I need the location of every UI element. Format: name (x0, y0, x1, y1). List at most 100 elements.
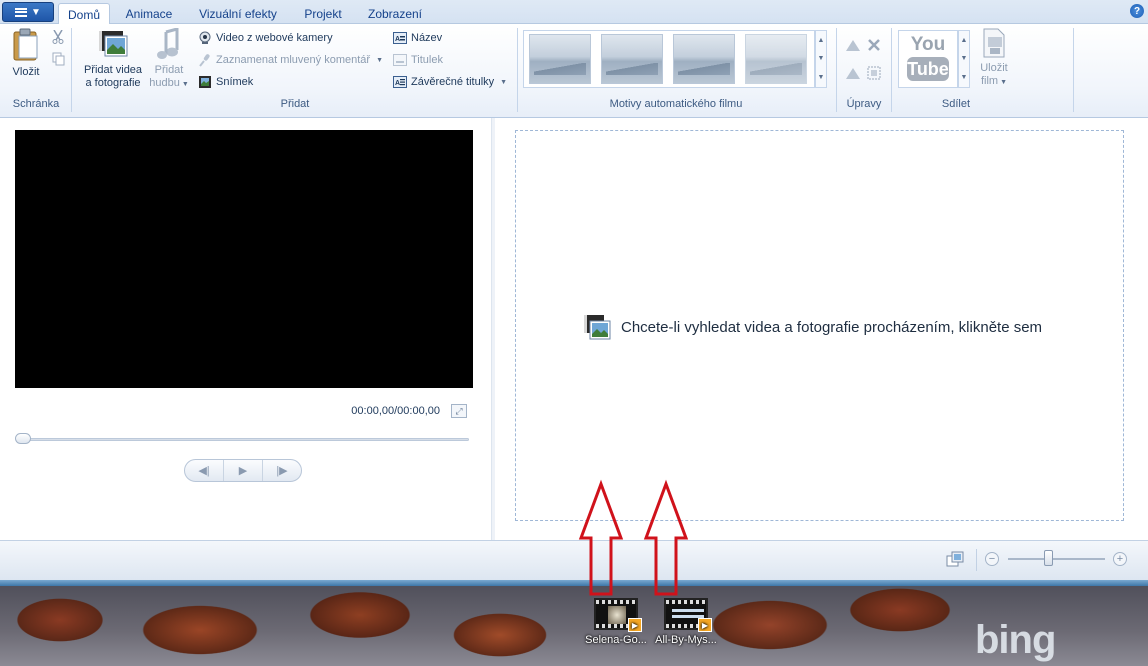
theme-thumbnail[interactable] (673, 34, 735, 84)
add-music-button[interactable]: Přidat hudbu ▼ (148, 27, 190, 91)
microphone-icon (199, 54, 210, 67)
youtube-logo-text-1: You (910, 34, 946, 55)
tab-view[interactable]: Zobrazení (360, 3, 430, 24)
theme-thumbnail[interactable] (745, 34, 807, 84)
seek-slider-handle[interactable] (15, 433, 31, 444)
group-divider (891, 28, 892, 112)
paste-label: Vložit (12, 66, 40, 78)
chevron-down-icon: ▼ (376, 56, 384, 64)
cut-icon[interactable] (52, 29, 64, 47)
desktop-file-name: All-By-Mys... (655, 634, 717, 646)
ribbon-tab-bar: ▼ Domů Animace Vizuální efekty Projekt Z… (0, 0, 1148, 25)
tab-animations[interactable]: Animace (118, 3, 180, 24)
add-music-label-2: hudbu (149, 77, 180, 89)
copy-icon[interactable] (52, 52, 65, 69)
chevron-down-icon[interactable]: ▼ (818, 55, 825, 62)
desktop-video-file[interactable]: ▶ All-By-Mys... (646, 598, 726, 646)
zoom-slider-handle[interactable] (1044, 550, 1053, 566)
caption-label: Titulek (411, 54, 443, 66)
record-narration-label: Zaznamenat mluvený komentář (216, 54, 371, 66)
snapshot-button[interactable]: Snímek (198, 73, 253, 91)
playback-controls: ◀| ▶ |▶ (184, 459, 302, 482)
desktop-video-file[interactable]: ▶ Selena-Go... (576, 598, 656, 646)
video-preview[interactable] (15, 130, 473, 388)
zoom-in-button[interactable]: + (1113, 552, 1127, 566)
tab-project[interactable]: Projekt (296, 3, 350, 24)
play-overlay-icon: ▶ (698, 618, 712, 632)
desktop-file-name: Selena-Go... (585, 634, 647, 646)
save-movie-label-2: film (980, 75, 999, 87)
remove-icon[interactable] (867, 38, 881, 55)
zoom-slider-track[interactable] (1008, 558, 1105, 560)
webcam-video-button[interactable]: Video z webové kamery (198, 29, 333, 47)
share-group-label: Sdílet (941, 98, 971, 110)
play-overlay-icon: ▶ (628, 618, 642, 632)
caption-button[interactable]: Titulek (393, 51, 443, 69)
paste-button[interactable]: Vložit (6, 28, 46, 79)
chevron-up-icon[interactable]: ▲ (961, 37, 968, 44)
record-narration-button[interactable]: Zaznamenat mluvený komentář ▼ (198, 51, 383, 69)
gallery-expand-icon[interactable]: ▼ (818, 74, 825, 81)
caption-icon (393, 54, 407, 66)
thumbnail-size-icon[interactable] (946, 551, 964, 567)
add-videos-photos-button[interactable]: Přidat videa a fotografie (80, 28, 146, 90)
play-button[interactable]: ▶ (224, 460, 263, 481)
paste-icon (13, 28, 38, 61)
credits-button[interactable]: A Závěrečné titulky ▼ (393, 73, 507, 91)
add-videos-label-1: Přidat videa (83, 64, 143, 76)
select-all-icon[interactable] (867, 66, 881, 83)
title-label: Název (411, 32, 443, 44)
credits-icon: A (393, 76, 407, 88)
tab-visual-effects[interactable]: Vizuální efekty (190, 3, 286, 24)
status-divider (976, 549, 977, 571)
add-videos-photos-icon (99, 31, 128, 57)
title-button[interactable]: A Název (393, 29, 442, 47)
svg-text:A: A (395, 80, 400, 87)
chevron-down-icon: ▼ (500, 78, 508, 86)
youtube-logo-text-2: Tube (907, 57, 949, 81)
group-divider (836, 28, 837, 112)
timecode: 00:00,00/00:00,00 (351, 405, 440, 417)
add-videos-label-2: a fotografie (85, 77, 141, 89)
save-movie-button[interactable]: Uložit film ▼ (974, 28, 1014, 89)
group-divider (1073, 28, 1074, 112)
group-divider (517, 28, 518, 112)
gallery-scrollbar[interactable]: ▲ ▼ ▼ (815, 30, 827, 88)
previous-frame-button[interactable]: ◀| (185, 460, 224, 481)
chevron-down-icon[interactable]: ▼ (961, 55, 968, 62)
bing-wallpaper-logo: bing (975, 618, 1056, 662)
webcam-icon (199, 31, 211, 44)
share-scrollbar[interactable]: ▲ ▼ ▼ (958, 30, 970, 88)
app-menu-button[interactable]: ▼ (2, 2, 54, 22)
next-frame-button[interactable]: |▶ (263, 460, 301, 481)
pane-splitter[interactable] (491, 118, 495, 540)
youtube-publish-button[interactable]: You Tube (898, 30, 958, 88)
rotate-right-icon[interactable] (845, 66, 861, 83)
help-icon[interactable]: ? (1130, 4, 1144, 18)
snapshot-icon (199, 76, 211, 88)
browse-media-text: Chcete-li vyhledat videa a fotografie pr… (621, 318, 1043, 336)
video-file-icon: ▶ (594, 598, 642, 632)
add-music-label-1: Přidat (154, 64, 184, 76)
add-media-icon (584, 315, 611, 340)
rotate-left-icon[interactable] (845, 38, 861, 55)
seek-bar[interactable] (18, 438, 469, 441)
chevron-down-icon: ▼ (1000, 79, 1008, 86)
main-workspace: 00:00,00/00:00,00 ⤢ ◀| ▶ |▶ Chcete-li vy… (0, 118, 1148, 540)
credits-label: Závěrečné titulky (411, 76, 495, 88)
chevron-up-icon[interactable]: ▲ (818, 37, 825, 44)
video-file-icon: ▶ (664, 598, 712, 632)
clipboard-group-label: Schránka (12, 98, 60, 110)
desktop-background: ▶ Selena-Go... ▶ All-By-Mys... bing (0, 580, 1148, 666)
browse-media-link[interactable]: Chcete-li vyhledat videa a fotografie pr… (583, 313, 1042, 341)
gallery-expand-icon[interactable]: ▼ (961, 74, 968, 81)
theme-thumbnail[interactable] (601, 34, 663, 84)
theme-thumbnail[interactable] (529, 34, 591, 84)
tab-home[interactable]: Domů (58, 3, 110, 25)
fullscreen-icon[interactable]: ⤢ (451, 404, 467, 418)
svg-text:A: A (395, 36, 400, 43)
zoom-out-button[interactable]: − (985, 552, 999, 566)
chevron-down-icon: ▼ (181, 81, 189, 88)
webcam-video-label: Video z webové kamery (216, 32, 333, 44)
title-icon: A (393, 32, 407, 44)
